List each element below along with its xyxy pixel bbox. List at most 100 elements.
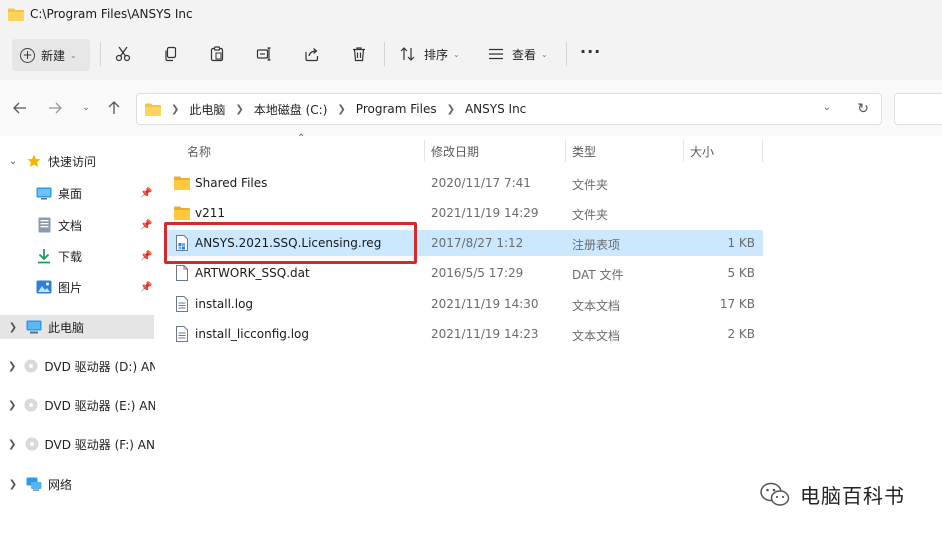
file-type: 文本文档	[572, 329, 621, 343]
column-header-size[interactable]: 大小	[690, 143, 714, 160]
sidebar-item-label: 网络	[48, 477, 73, 492]
file-type: 文本文档	[572, 299, 621, 313]
file-date: 2020/11/17 7:41	[431, 176, 531, 190]
view-icon	[489, 48, 503, 60]
breadcrumb-local-disk[interactable]: 本地磁盘 (C:)	[254, 101, 328, 118]
expanded-chevron-icon[interactable]: ⌄	[8, 156, 18, 167]
network-icon	[26, 476, 42, 492]
breadcrumb-chevron-icon: ❯	[446, 103, 455, 115]
file-row[interactable]: Shared Files 2020/11/17 7:41 文件夹	[165, 170, 763, 196]
collapsed-chevron-icon[interactable]: ❯	[8, 479, 18, 490]
file-size: 5 KB	[727, 266, 755, 280]
column-divider[interactable]	[565, 140, 566, 162]
file-date: 2021/11/19 14:29	[431, 206, 539, 220]
sidebar-item-label: 此电脑	[48, 320, 85, 335]
collapsed-chevron-icon[interactable]: ❯	[8, 361, 16, 372]
file-size: 1 KB	[727, 236, 755, 250]
sidebar-item-label: 下载	[58, 249, 83, 264]
folder-icon	[174, 176, 190, 190]
column-header-date[interactable]: 修改日期	[431, 143, 479, 160]
column-divider[interactable]	[424, 140, 425, 162]
navigation-pane: ⌄ 快速访问 桌面 📌 文档 📌 下载 📌 图片 📌 ❯ 此电脑 ❯ DVD 驱…	[0, 136, 160, 537]
sidebar-item-pictures[interactable]: 图片 📌	[0, 275, 160, 299]
file-row[interactable]: install.log 2021/11/19 14:30 文本文档 17 KB	[165, 291, 763, 317]
more-options-button[interactable]: ···	[580, 44, 601, 60]
file-date: 2021/11/19 14:30	[431, 297, 539, 311]
sidebar-item-label: 快速访问	[48, 154, 97, 169]
new-button[interactable]: + 新建 ⌄	[12, 39, 90, 71]
file-date: 2017/8/27 1:12	[431, 236, 524, 250]
pin-icon[interactable]: 📌	[140, 282, 152, 293]
sidebar-item-network[interactable]: ❯ 网络	[0, 472, 155, 496]
sort-button[interactable]: 排序 ⌄	[400, 44, 460, 64]
toolbar-divider	[384, 42, 385, 66]
file-name: Shared Files	[195, 176, 268, 190]
dvd-drive-icon	[24, 358, 38, 374]
sidebar-item-documents[interactable]: 文档 📌	[0, 213, 160, 237]
computer-icon	[26, 319, 42, 335]
sidebar-item-dvd-d[interactable]: ❯ DVD 驱动器 (D:) AN	[0, 354, 155, 378]
file-name: install_licconfig.log	[195, 327, 310, 341]
column-divider[interactable]	[683, 140, 684, 162]
pin-icon[interactable]: 📌	[140, 220, 152, 231]
command-bar: + 新建 ⌄ 排序 ⌄ 查看 ⌄ ···	[0, 28, 942, 80]
dvd-drive-icon	[24, 397, 38, 413]
file-name: install.log	[195, 297, 254, 311]
watermark-text: 电脑百科书	[800, 484, 905, 508]
chevron-down-icon: ⌄	[541, 49, 548, 59]
file-name: ARTWORK_SSQ.dat	[195, 266, 310, 280]
file-row[interactable]: install_licconfig.log 2021/11/19 14:23 文…	[165, 321, 763, 347]
chevron-down-icon: ⌄	[70, 50, 77, 60]
breadcrumb-chevron-icon: ❯	[337, 103, 346, 115]
file-type: 文件夹	[572, 208, 609, 222]
sidebar-item-desktop[interactable]: 桌面 📌	[0, 181, 160, 205]
sidebar-item-dvd-f[interactable]: ❯ DVD 驱动器 (F:) AN	[0, 432, 155, 456]
new-button-label: 新建	[41, 48, 66, 63]
collapsed-chevron-icon[interactable]: ❯	[8, 322, 18, 333]
toolbar-divider	[100, 42, 101, 66]
folder-icon	[174, 206, 190, 220]
column-divider[interactable]	[762, 140, 763, 162]
file-type: 注册表项	[572, 238, 621, 252]
view-button[interactable]: 查看 ⌄	[488, 44, 548, 64]
copy-icon[interactable]	[161, 44, 181, 64]
document-icon	[36, 217, 52, 233]
search-input[interactable]	[894, 93, 942, 125]
text-file-icon	[176, 326, 188, 342]
share-icon[interactable]	[302, 44, 322, 64]
text-file-icon	[176, 296, 188, 312]
column-header-row: 名称 修改日期 类型 大小	[165, 140, 765, 162]
breadcrumb-program-files[interactable]: Program Files	[356, 102, 437, 116]
up-arrow-icon[interactable]	[104, 98, 124, 118]
file-size: 17 KB	[719, 297, 755, 311]
pin-icon[interactable]: 📌	[140, 188, 152, 199]
breadcrumb-this-pc[interactable]: 此电脑	[189, 101, 225, 118]
star-icon	[26, 153, 42, 169]
delete-icon[interactable]	[349, 44, 369, 64]
back-arrow-icon[interactable]	[10, 98, 30, 118]
address-bar[interactable]: ❯ 此电脑 ❯ 本地磁盘 (C:) ❯ Program Files ❯ ANSY…	[136, 93, 882, 125]
sidebar-item-quick-access[interactable]: ⌄ 快速访问	[0, 149, 160, 173]
sort-button-label: 排序	[424, 47, 449, 62]
cut-icon[interactable]	[113, 44, 133, 64]
collapsed-chevron-icon[interactable]: ❯	[8, 439, 17, 450]
column-header-type[interactable]: 类型	[572, 143, 596, 160]
sidebar-item-this-pc[interactable]: ❯ 此电脑	[0, 315, 154, 339]
paste-icon[interactable]	[207, 44, 227, 64]
sidebar-item-dvd-e[interactable]: ❯ DVD 驱动器 (E:) AN	[0, 393, 155, 417]
recent-locations-chevron-icon[interactable]: ⌄	[76, 98, 96, 118]
rename-icon[interactable]	[254, 44, 274, 64]
folder-icon	[8, 8, 24, 21]
file-size: 2 KB	[727, 327, 755, 341]
file-date: 2016/5/5 17:29	[431, 266, 524, 280]
sidebar-item-downloads[interactable]: 下载 📌	[0, 244, 160, 268]
pin-icon[interactable]: 📌	[140, 251, 152, 262]
address-dropdown-chevron-icon[interactable]: ⌄	[823, 102, 831, 113]
forward-arrow-icon[interactable]	[45, 98, 65, 118]
breadcrumb-ansys-inc[interactable]: ANSYS Inc	[465, 102, 526, 116]
column-header-name[interactable]: 名称	[187, 143, 211, 160]
collapsed-chevron-icon[interactable]: ❯	[8, 400, 16, 411]
folder-icon	[145, 103, 161, 116]
sidebar-item-label: DVD 驱动器 (D:) AN	[44, 359, 155, 374]
refresh-icon[interactable]: ↻	[857, 101, 869, 117]
